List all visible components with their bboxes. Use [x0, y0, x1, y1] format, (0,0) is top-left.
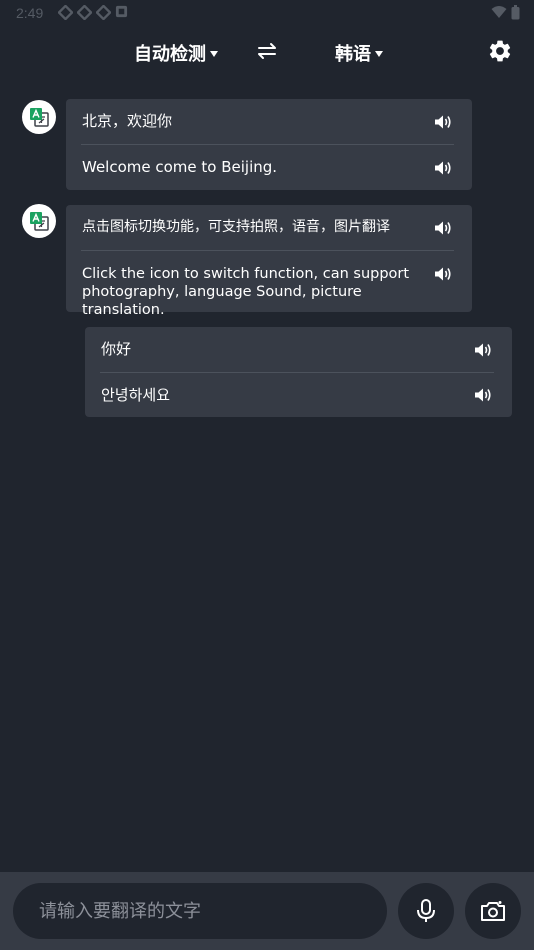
translate-icon — [30, 212, 49, 231]
system-status-icons — [491, 5, 520, 20]
status-time: 2:49 — [16, 5, 44, 21]
camera-icon — [481, 901, 505, 921]
status-bar: 2:49 — [0, 0, 534, 26]
input-bar — [0, 872, 534, 950]
translator-avatar — [22, 204, 56, 238]
translated-text: Welcome come to Beijing. — [82, 158, 278, 176]
camera-translate-button[interactable] — [465, 883, 521, 939]
source-language-selector[interactable]: 自动检测 — [134, 40, 218, 66]
notification-icons — [58, 5, 128, 20]
settings-gear-icon[interactable] — [487, 38, 513, 64]
voice-input-button[interactable] — [398, 883, 454, 939]
notification-icon — [77, 5, 92, 20]
translate-text-input[interactable] — [13, 883, 387, 939]
message-card-outgoing: 你好 안녕하세요 — [85, 327, 512, 417]
language-bar: 自动检测 韩语 — [0, 30, 534, 72]
source-text: 北京，欢迎你 — [82, 112, 173, 130]
speaker-icon[interactable] — [434, 220, 452, 236]
translated-text-row: Click the icon to switch function, can s… — [66, 251, 472, 318]
translated-text-row: 안녕하세요 — [85, 373, 512, 417]
dropdown-caret-icon — [375, 51, 383, 57]
source-text-row: 北京，欢迎你 — [66, 99, 472, 144]
battery-icon — [511, 5, 520, 20]
swap-languages-icon[interactable] — [256, 42, 278, 60]
translated-text-row: Welcome come to Beijing. — [66, 145, 472, 190]
speaker-icon[interactable] — [474, 387, 492, 403]
message-card: 北京，欢迎你 Welcome come to Beijing. — [66, 99, 472, 190]
speaker-icon[interactable] — [434, 160, 452, 176]
source-text: 你好 — [101, 340, 132, 358]
notification-icon — [96, 5, 111, 20]
target-language-label: 韩语 — [335, 44, 371, 65]
wifi-icon — [491, 6, 507, 18]
translated-text: 안녕하세요 — [101, 385, 171, 404]
source-text-row: 你好 — [85, 327, 512, 372]
translator-avatar — [22, 100, 56, 134]
target-language-selector[interactable]: 韩语 — [335, 40, 383, 66]
app-notification-icon — [115, 5, 128, 18]
microphone-icon — [417, 899, 435, 922]
message-card: 点击图标切换功能，可支持拍照，语音，图片翻译 Click the icon to… — [66, 205, 472, 318]
dropdown-caret-icon — [210, 51, 218, 57]
speaker-icon[interactable] — [474, 342, 492, 358]
notification-icon — [58, 5, 73, 20]
source-language-label: 自动检测 — [134, 44, 206, 65]
translate-icon — [30, 108, 49, 127]
source-text-row: 点击图标切换功能，可支持拍照，语音，图片翻译 — [66, 205, 472, 250]
speaker-icon[interactable] — [434, 114, 452, 130]
speaker-icon[interactable] — [434, 266, 452, 282]
source-text: 点击图标切换功能，可支持拍照，语音，图片翻译 — [82, 219, 390, 235]
translated-text: Click the icon to switch function, can s… — [82, 266, 410, 318]
